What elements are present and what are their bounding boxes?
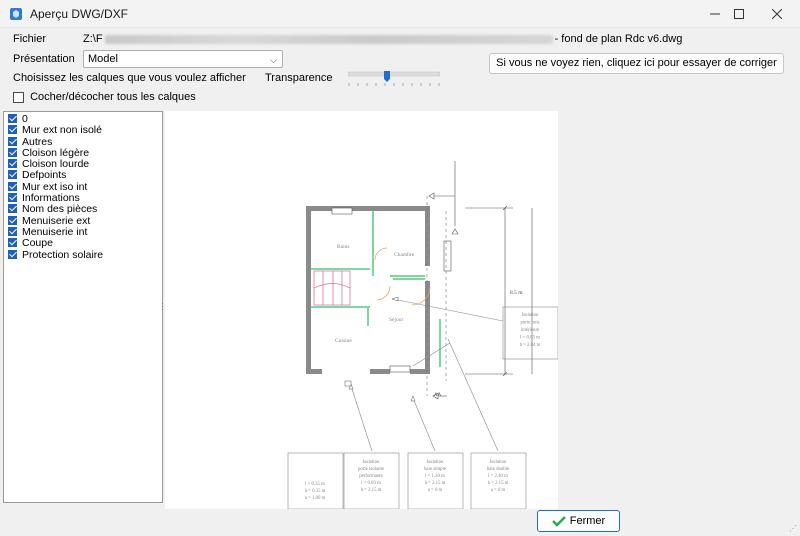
callout-line: l = 0.35 m: [305, 482, 325, 487]
layer-label: Autres: [22, 135, 53, 148]
app-icon: [10, 8, 22, 20]
layer-checkbox[interactable]: [8, 249, 17, 259]
callout-line: porte isolante: [358, 467, 384, 472]
callout-line: l = 1.20 m: [425, 474, 445, 479]
transparency-slider[interactable]: [347, 71, 441, 89]
layer-label: Menuiserie ext: [22, 214, 91, 227]
layer-checkbox[interactable]: [8, 114, 17, 123]
callout-bottom-1: l = 0.35 m h = 0.35 m a = 1.80 m: [305, 482, 326, 501]
layer-label: 0: [22, 113, 28, 125]
callout-line: l = 2.40 m: [488, 474, 508, 479]
maximize-icon: [734, 9, 744, 19]
layer-label: Informations: [22, 192, 80, 205]
callout-bottom-3: Isolation baie simple l = 1.20 m h = 2.15 m…: [424, 460, 446, 493]
presentation-select[interactable]: Model ⌵: [83, 50, 283, 68]
floor-plan: 8.5 m AA Bains Chambre Séjour Cuisine Is…: [287, 161, 558, 509]
callout-line: intérieure: [521, 328, 539, 333]
callout-line: l = 0.83 m: [520, 336, 540, 341]
slider-thumb[interactable]: [384, 71, 390, 82]
callout-line: h = 2.04 m: [520, 343, 541, 348]
footer: [0, 509, 800, 536]
toggle-all-checkbox[interactable]: [13, 91, 24, 103]
window-title: Aperçu DWG/DXF: [30, 7, 129, 21]
layer-checkbox[interactable]: [8, 159, 17, 169]
layer-label: Menuiserie int: [22, 225, 88, 238]
callout-line: Isolation: [490, 460, 507, 465]
drawing-preview[interactable]: 8.5 m AA Bains Chambre Séjour Cuisine Is…: [165, 111, 558, 509]
callout-line: performante: [359, 474, 382, 479]
layers-prompt: Choisissez les calques que vous voulez a…: [13, 72, 246, 84]
callout-line: a = 0 m: [491, 488, 506, 493]
exterior-walls: [306, 206, 430, 374]
slider-graphic: [347, 71, 441, 86]
callout-line: a = 0 m: [428, 488, 443, 493]
callout-line: porte bois: [520, 321, 539, 326]
close-window-button[interactable]: [754, 0, 800, 28]
file-label: Fichier: [13, 33, 47, 45]
transparency-label: Transparence: [265, 72, 333, 84]
layer-label: Nom des pièces: [22, 203, 98, 216]
callout-line: l = 0.83 m: [361, 481, 381, 486]
callout-bottom-4: Isolation baie double l = 2.40 m h = 2.15 m…: [487, 460, 509, 493]
layer-checkbox[interactable]: [8, 125, 17, 135]
presentation-label: Présentation: [13, 53, 75, 65]
callout-line: baie simple: [424, 467, 446, 472]
layer-label: Defpoints: [22, 169, 67, 182]
layer-label: Mur ext iso int: [22, 180, 88, 193]
layer-checkbox[interactable]: [8, 226, 17, 236]
layer-checkbox[interactable]: [8, 147, 17, 157]
file-path: Z:\F - fond de plan Rdc v6.dwg: [83, 33, 682, 45]
layer-checkbox[interactable]: [8, 238, 17, 248]
callout-line: Isolation: [427, 460, 444, 465]
presentation-value: Model: [88, 53, 118, 65]
callout-right: Isolation porte bois intérieure l = 0.83 m h…: [520, 313, 541, 348]
room-label-sejour: Séjour: [389, 317, 404, 323]
file-path-redacted: [104, 34, 553, 44]
layer-label: Protection solaire: [22, 248, 104, 261]
layers-list[interactable]: 0 Mur ext non isolé Autres Cloison légère Cl…: [3, 111, 163, 503]
layer-checkbox[interactable]: [8, 204, 17, 214]
callout-bottom-2: Isolation porte isolante performante l = 0.…: [358, 460, 384, 493]
layer-label: Cloison lourde: [22, 158, 90, 171]
layer-checkbox[interactable]: [8, 181, 17, 191]
close-button-label: Fermer: [569, 515, 606, 527]
section-mark: AA: [434, 393, 442, 398]
layer-checkbox[interactable]: [8, 136, 17, 146]
callout-line: h = 0.35 m: [305, 489, 326, 494]
callout-line: h = 2.15 m: [361, 488, 382, 493]
layer-label: Mur ext non isolé: [22, 124, 102, 137]
room-label-chambre: Chambre: [394, 252, 415, 258]
resize-grip-icon[interactable]: ⋰: [789, 524, 797, 533]
checkmark-icon: [551, 516, 566, 527]
toggle-all-layers[interactable]: Cocher/décocher tous les calques: [13, 91, 196, 103]
callout-line: Isolation: [363, 460, 380, 465]
layer-label: Coupe: [22, 237, 53, 250]
callout-line: h = 2.15 m: [488, 481, 509, 486]
callout-line: a = 1.80 m: [305, 496, 326, 501]
staircase: [313, 270, 351, 306]
close-icon: [772, 9, 782, 19]
toggle-all-label: Cocher/décocher tous les calques: [30, 91, 196, 103]
layer-item[interactable]: Protection solaire: [4, 248, 162, 261]
layer-checkbox[interactable]: [8, 193, 17, 203]
callout-line: h = 2.15 m: [425, 481, 446, 486]
fix-display-button[interactable]: Si vous ne voyez rien, cliquez ici pour …: [489, 53, 784, 74]
layer-label: Cloison légère: [22, 146, 90, 159]
room-label-cuisine: Cuisine: [335, 338, 352, 344]
callout-line: Isolation: [522, 313, 539, 318]
dimension-label: 8.5 m: [510, 290, 523, 296]
layer-checkbox[interactable]: [8, 170, 17, 180]
file-path-prefix: Z:\F: [83, 33, 103, 45]
callout-line: baie double: [487, 467, 509, 472]
close-button[interactable]: Fermer: [537, 510, 620, 532]
chevron-down-icon: ⌵: [270, 55, 277, 65]
file-path-suffix: - fond de plan Rdc v6.dwg: [554, 33, 683, 45]
interior-partitions: [311, 211, 441, 367]
title-bar: Aperçu DWG/DXF: [0, 0, 800, 28]
room-label-bains: Bains: [337, 244, 350, 250]
layer-checkbox[interactable]: [8, 215, 17, 225]
